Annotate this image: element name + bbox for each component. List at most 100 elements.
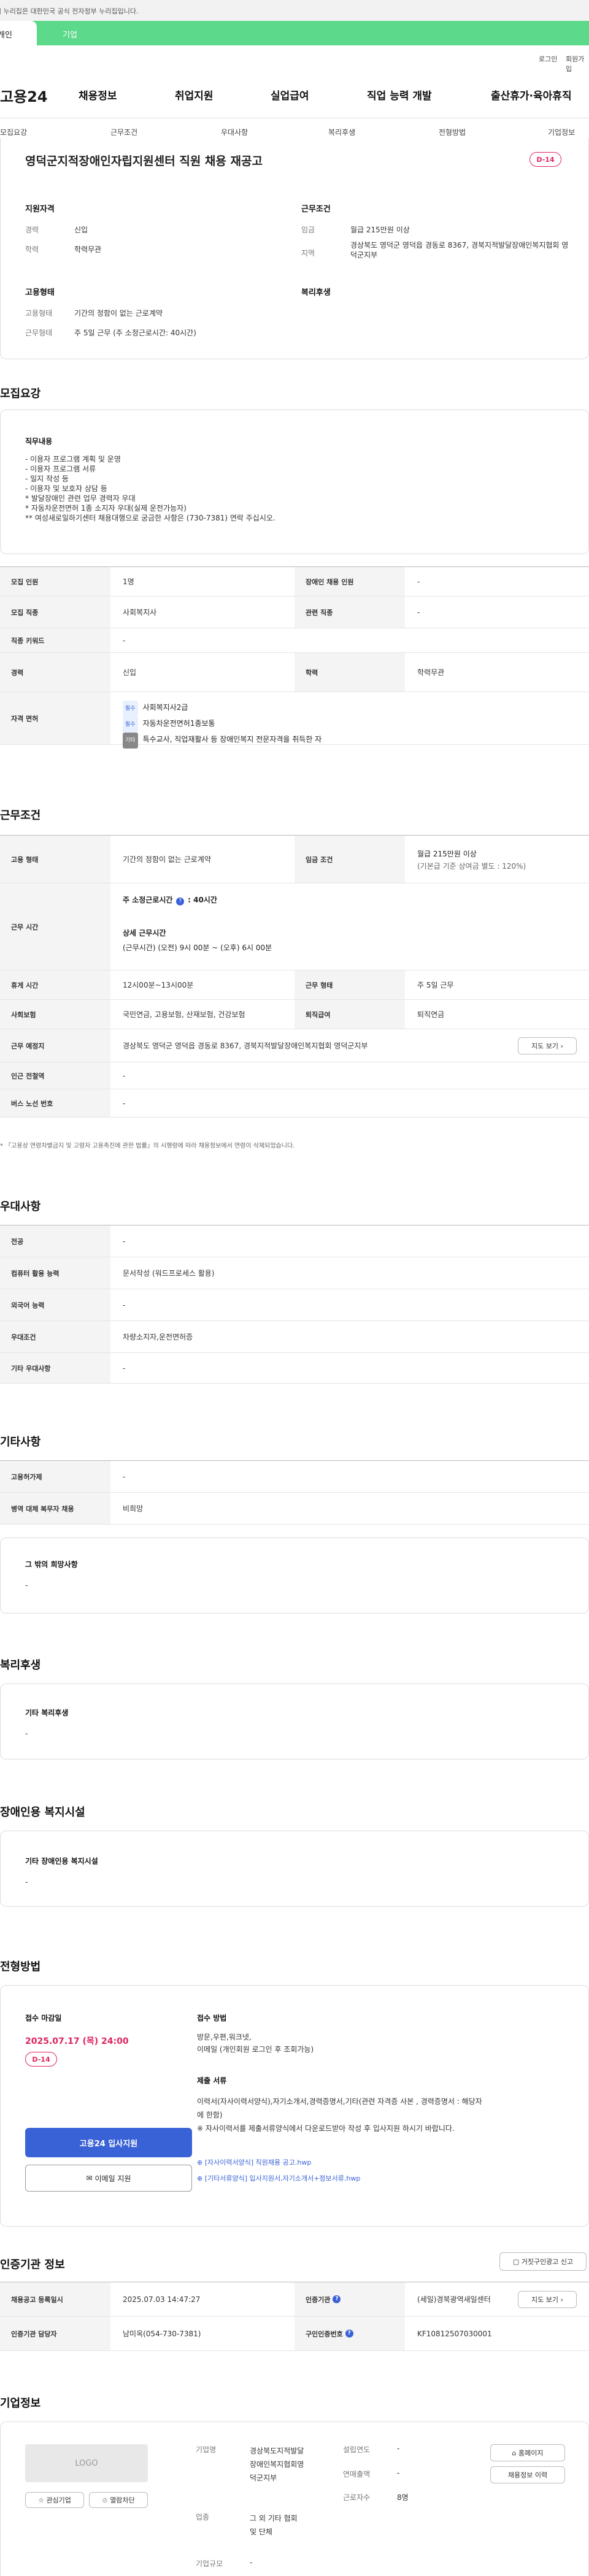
- edu-label: 학력: [25, 245, 39, 254]
- scale-value: -: [250, 2558, 253, 2567]
- career-row-label: 경력: [0, 653, 110, 692]
- subnav-welfare[interactable]: 복리후생: [328, 127, 355, 137]
- cert-num-value: KF10812507030001: [417, 2329, 492, 2338]
- welfare-section-heading: 복리후생: [0, 1659, 41, 1672]
- cert-map-button[interactable]: 지도 보기 ›: [518, 2291, 577, 2308]
- info-icon[interactable]: ?: [345, 2330, 353, 2338]
- disabled-label: 장애인 채용 인원: [294, 567, 405, 596]
- other-wish-card: 그 밖의 희망사항 -: [0, 1538, 589, 1614]
- login-link[interactable]: 로그인: [539, 54, 557, 64]
- license-list: 필수 사회복지사2급 필수 자동차운전면허1종보통 기타 특수교사, 직업재활사 등 …: [123, 701, 321, 749]
- break-value: 12시00분~13시00분: [123, 981, 194, 989]
- gnb-training[interactable]: 직업 능력 개발: [367, 87, 432, 102]
- lang-label: 외국어 능력: [0, 1289, 110, 1320]
- other-wish-title: 그 밖의 희망사항: [25, 1560, 78, 1569]
- subnav-conditions[interactable]: 근무조건: [110, 127, 137, 137]
- table-row: 병역 대체 복무자 채용 비희망: [0, 1493, 589, 1525]
- file-link-1[interactable]: ⊕ [자사이력서양식] 직원채용 공고.hwp: [197, 2157, 311, 2167]
- recruit-table: 모집 인원 1명 장애인 채용 인원 - 모집 직종 사회복지사 관련 직종 -…: [0, 566, 589, 749]
- area-label: 지역: [301, 249, 315, 257]
- docs-title: 제출 서류: [197, 2076, 227, 2085]
- pref-heading: 우대사항: [0, 1200, 41, 1213]
- wage-value: 월급 215만원 이상: [350, 226, 410, 234]
- table-row: 전공 -: [0, 1225, 589, 1257]
- chevron-right-icon: ›: [560, 1042, 563, 1050]
- gov-notice: 이 누리집은 대한민국 공식 전자정부 누리집입니다.: [0, 7, 139, 15]
- table-row: 모집 직종 사회복지사 관련 직종 -: [0, 596, 589, 628]
- process-heading: 전형방법: [0, 1961, 41, 1973]
- apply-button[interactable]: 고용24 입사지원: [25, 2128, 192, 2157]
- job-history-button[interactable]: 채용정보 이력: [490, 2466, 565, 2483]
- cond-label: 우대조건: [0, 1321, 110, 1352]
- etc-table: 고용허가제 - 병역 대체 복무자 채용 비희망: [0, 1460, 589, 1525]
- site-logo[interactable]: 고용24: [0, 85, 48, 106]
- table-row: 근무 예정지 경상북도 영덕군 영덕읍 경동로 8367, 경북지적발달장애인복…: [0, 1029, 589, 1062]
- headcount-label: 모집 인원: [0, 567, 110, 596]
- table-row: 고용허가제 -: [0, 1461, 589, 1493]
- form-label: 근무 형태: [294, 970, 405, 999]
- tab-personal[interactable]: 개인: [0, 21, 37, 45]
- pc-label: 컴퓨터 활용 능력: [0, 1257, 110, 1289]
- empl-label: 고용허가제: [0, 1461, 110, 1492]
- hours-detail-title: 상세 근무시간: [123, 929, 166, 937]
- signup-link[interactable]: 회원가입: [566, 54, 589, 74]
- subnav-process[interactable]: 전형방법: [439, 127, 466, 137]
- wage-label: 임금: [301, 226, 315, 234]
- qual-heading: 지원자격: [25, 205, 55, 214]
- gnb-unemployment[interactable]: 실업급여: [271, 87, 309, 102]
- place-label: 근무 예정지: [0, 1029, 110, 1062]
- homepage-button[interactable]: ⌂ 홈페이지: [490, 2444, 565, 2461]
- table-row: 휴게 시간 12시00분~13시00분 근무 형태 주 5일 근무: [0, 970, 589, 1000]
- headcount-value: 1명: [123, 577, 134, 586]
- job-title: 영덕군지적장애인자립지원센터 직원 채용 재공고: [25, 154, 263, 168]
- bus-value: -: [123, 1099, 126, 1108]
- map-button[interactable]: 지도 보기 ›: [518, 1037, 577, 1054]
- gnb-parental-leave[interactable]: 출산휴가·육아휴직: [491, 87, 572, 102]
- career-row-value: 신입: [123, 668, 137, 677]
- founded-value: -: [397, 2444, 400, 2453]
- insurance-label: 사회보험: [0, 1000, 110, 1029]
- related-value: -: [417, 608, 420, 617]
- list-item: 필수 자동차운전면허1종보통: [123, 717, 321, 733]
- form-value: 주 5일 근무: [417, 981, 454, 989]
- table-row: 기타 우대사항 -: [0, 1353, 589, 1384]
- member-type-tabs: 개인 기업: [0, 21, 589, 45]
- method-title: 접수 방법: [197, 2014, 227, 2022]
- table-row: 고용 형태 기간의 정함이 없는 근로계약 임금 조건 월급 215만원 이상 …: [0, 836, 589, 883]
- file-link-2[interactable]: ⊕ [기타서류양식] 입사지원서,자기소개서+정보서류.hwp: [197, 2173, 360, 2183]
- email-apply-button[interactable]: ✉ 이메일 지원: [25, 2165, 192, 2192]
- company-heading: 기업정보: [0, 2397, 41, 2410]
- info-icon[interactable]: ?: [176, 897, 185, 905]
- etc-heading: 기타사항: [0, 1436, 41, 1449]
- subnav-company[interactable]: 기업정보: [548, 127, 575, 137]
- subnav-recruit[interactable]: 모집요강: [0, 127, 27, 137]
- table-row: 버스 노선 번호 -: [0, 1089, 589, 1118]
- facility-card: 기타 장애인용 복지시설 -: [0, 1831, 589, 1907]
- empl-value: -: [123, 1472, 126, 1481]
- keyword-label: 직종 키워드: [0, 628, 110, 652]
- major-value: -: [123, 1237, 126, 1246]
- conditions-heading: 근무조건: [0, 809, 41, 822]
- info-icon[interactable]: ?: [333, 2295, 341, 2303]
- etype-row-value: 기간의 정함이 없는 근로계약: [123, 855, 211, 864]
- other-pref-label: 기타 우대사항: [0, 1353, 110, 1383]
- download-icon: ⊕: [197, 2159, 205, 2166]
- break-label: 휴게 시간: [0, 970, 110, 999]
- interest-company-button[interactable]: ☆ 관심기업: [25, 2492, 84, 2508]
- gnb-jobs[interactable]: 채용정보: [79, 87, 117, 102]
- license-label: 자격 면허: [0, 692, 110, 744]
- cert-heading: 인증기관 정보: [0, 2258, 65, 2271]
- sales-value: -: [397, 2469, 400, 2477]
- edu-row-value: 학력무관: [417, 668, 445, 677]
- false-ad-report-button[interactable]: ▢ 거짓구인광고 신고: [499, 2252, 587, 2271]
- career-label: 경력: [25, 226, 39, 234]
- gnb-employment-support[interactable]: 취업지원: [175, 87, 214, 102]
- table-row: 우대조건 차량소지자,운전면허증: [0, 1321, 589, 1353]
- subnav-preference[interactable]: 우대사항: [221, 127, 248, 137]
- emp-heading: 고용형태: [25, 288, 55, 297]
- block-company-button[interactable]: ⊘ 열람차단: [89, 2492, 148, 2508]
- tab-company[interactable]: 기업: [63, 28, 77, 40]
- disabled-value: -: [417, 577, 420, 586]
- duty-text: - 이용자 프로그램 계획 및 운영 - 이용자 프로그램 서류 - 일지 작성…: [25, 455, 275, 522]
- conditions-table: 고용 형태 기간의 정함이 없는 근로계약 임금 조건 월급 215만원 이상 …: [0, 835, 589, 1118]
